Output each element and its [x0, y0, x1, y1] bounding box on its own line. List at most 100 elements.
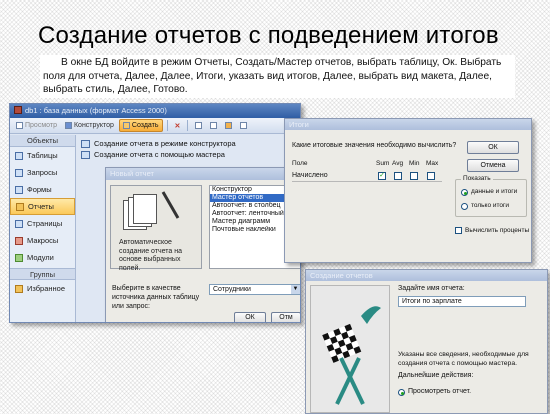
- database-window: db1 : база данных (формат Access 2000) П…: [9, 103, 301, 323]
- totals-field-area: [292, 181, 442, 235]
- report-name-label: Задайте имя отчета:: [398, 285, 465, 292]
- percent-checkbox-row[interactable]: Вычислить проценты: [455, 227, 529, 234]
- small-icons-glyph: [210, 122, 218, 129]
- ok-button[interactable]: ОК: [234, 312, 266, 322]
- show-group-box: Показать данные и итоги только итоги: [455, 175, 527, 217]
- column-header: Sum: [376, 160, 390, 167]
- list-view-icon[interactable]: [222, 119, 235, 132]
- totals-question: Какие итоговые значения необходимо вычис…: [292, 142, 457, 149]
- report-wizard-dialog: Создание отчетов Задайте имя отчета: Ито…: [305, 269, 548, 414]
- list-item-label: Создание отчета в режиме конструктора: [94, 139, 236, 148]
- sidebar-item-tables[interactable]: Таблицы: [10, 147, 75, 164]
- sidebar-item-modules[interactable]: Модули: [10, 249, 75, 266]
- large-icons-glyph: [195, 122, 203, 129]
- sidebar-item-label: Отчеты: [28, 202, 54, 211]
- cancel-button[interactable]: Отм: [271, 312, 300, 322]
- macro-icon: [15, 236, 23, 245]
- report-name-input[interactable]: Итоги по зарплате: [398, 296, 526, 307]
- document-stack-icon: [123, 194, 161, 232]
- cancel-button[interactable]: Отмена: [467, 159, 519, 172]
- details-view-glyph: [240, 122, 248, 129]
- preview-report-option[interactable]: Просмотреть отчет.: [398, 388, 548, 397]
- page-icon: [15, 219, 23, 228]
- new-report-dialog: Новый отчет Автоматическое создание отче…: [105, 167, 300, 322]
- chevron-down-icon[interactable]: ▼: [291, 285, 300, 294]
- report-wizard-title: Создание отчетов: [306, 270, 547, 281]
- table-icon: [15, 151, 23, 160]
- details-view-icon[interactable]: [237, 119, 250, 132]
- preview-icon: [16, 122, 23, 129]
- module-icon: [15, 253, 23, 262]
- objects-sidebar: Объекты Таблицы Запросы Формы Отчеты Стр…: [10, 135, 76, 322]
- report-preview-panel: Автоматическое создание отчета на основе…: [110, 185, 202, 272]
- ok-button[interactable]: ОК: [467, 141, 519, 154]
- sidebar-item-label: Модули: [27, 253, 54, 262]
- sum-checkbox[interactable]: ✓: [378, 172, 386, 180]
- create-icon: [122, 122, 130, 129]
- column-header: Avg: [392, 160, 404, 167]
- column-header: Поле: [292, 160, 308, 167]
- report-icon: [16, 202, 24, 211]
- totals-only-radio[interactable]: [461, 203, 468, 210]
- source-select[interactable]: Сотрудники ▼: [209, 284, 300, 295]
- preview-button[interactable]: Просмотр: [13, 119, 60, 132]
- sidebar-item-label: Формы: [27, 185, 52, 194]
- sidebar-item-label: Таблицы: [27, 151, 58, 160]
- access-app-icon: [14, 106, 22, 114]
- slide-title: Создание отчетов с подведением итогов: [38, 22, 499, 49]
- list-item-label: Создание отчета с помощью мастера: [94, 150, 225, 159]
- create-button[interactable]: Создать: [118, 119, 163, 132]
- create-label: Создать: [131, 122, 159, 129]
- small-icons-view-icon[interactable]: [207, 119, 220, 132]
- sidebar-item-pages[interactable]: Страницы: [10, 215, 75, 232]
- delete-icon[interactable]: ✕: [172, 119, 184, 132]
- groups-header[interactable]: Группы: [10, 268, 75, 280]
- sidebar-item-favorites[interactable]: Избранное: [10, 280, 75, 297]
- finish-flag-illustration: [310, 285, 390, 413]
- pen-icon: [161, 191, 180, 219]
- checkered-flag-icon: [322, 306, 381, 405]
- totals-dialog-title: Итоги: [285, 119, 531, 130]
- objects-header: Объекты: [10, 135, 75, 147]
- database-window-title: db1 : база данных (формат Access 2000): [25, 106, 167, 115]
- radio-label: Просмотреть отчет.: [408, 388, 472, 395]
- large-icons-view-icon[interactable]: [192, 119, 205, 132]
- sidebar-item-label: Страницы: [27, 219, 63, 228]
- radio-label: только итоги: [471, 202, 510, 209]
- avg-checkbox[interactable]: [394, 172, 402, 180]
- toolbar-separator: [166, 120, 168, 131]
- form-icon: [15, 185, 23, 194]
- objects-list: Создание отчета в режиме конструктора Со…: [81, 138, 236, 160]
- min-checkbox[interactable]: [410, 172, 418, 180]
- sidebar-item-queries[interactable]: Запросы: [10, 164, 75, 181]
- wizard-info-text: Указаны все сведения, необходимые для со…: [398, 351, 529, 367]
- favorites-folder-icon: [15, 284, 23, 293]
- query-icon: [15, 168, 23, 177]
- designer-button[interactable]: Конструктор: [62, 119, 117, 132]
- database-toolbar: Просмотр Конструктор Создать ✕: [10, 118, 300, 134]
- max-checkbox[interactable]: [427, 172, 435, 180]
- preview-label: Просмотр: [25, 122, 57, 129]
- table-row: Начислено ✓: [292, 171, 442, 181]
- sidebar-item-label: Запросы: [27, 168, 58, 177]
- sidebar-item-label: Макросы: [27, 236, 59, 245]
- toolbar-separator: [187, 120, 189, 131]
- show-group-label: Показать: [461, 175, 493, 182]
- sidebar-item-macros[interactable]: Макросы: [10, 232, 75, 249]
- sidebar-item-forms[interactable]: Формы: [10, 181, 75, 198]
- designer-icon: [64, 122, 72, 129]
- sidebar-item-reports[interactable]: Отчеты: [10, 198, 75, 215]
- source-select-value: Сотрудники: [213, 286, 251, 293]
- data-and-totals-radio[interactable]: [461, 189, 468, 196]
- design-wizard-icon: [81, 139, 90, 148]
- next-actions-label: Дальнейшие действия:: [398, 372, 474, 379]
- database-window-titlebar[interactable]: db1 : база данных (формат Access 2000): [10, 104, 300, 118]
- preview-report-radio[interactable]: [398, 389, 405, 396]
- report-wizard-icon: [81, 150, 90, 159]
- radio-label: данные и итоги: [471, 188, 518, 195]
- percent-checkbox[interactable]: [455, 227, 462, 234]
- preview-description: Автоматическое создание отчета на основе…: [119, 239, 183, 272]
- new-report-dialog-title: Новый отчет: [106, 168, 300, 180]
- list-item[interactable]: Создание отчета в режиме конструктора: [81, 138, 236, 149]
- list-item[interactable]: Создание отчета с помощью мастера: [81, 149, 236, 160]
